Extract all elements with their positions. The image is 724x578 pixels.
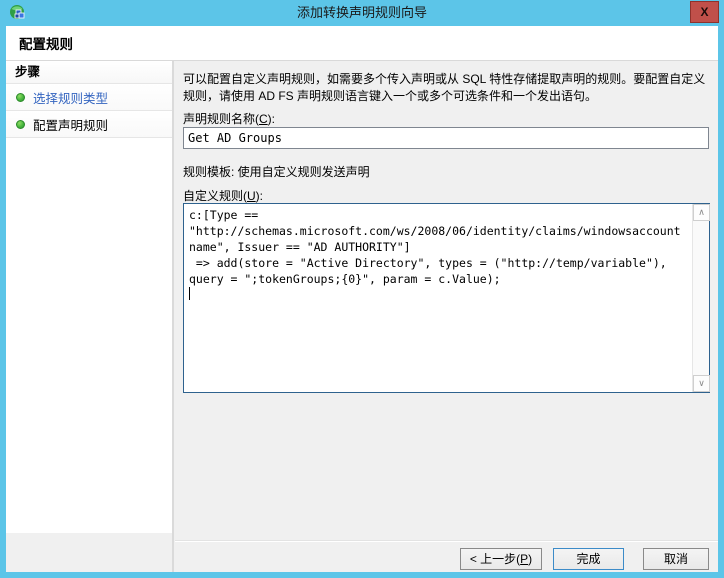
close-button[interactable]: X	[690, 1, 719, 23]
scroll-up-button[interactable]: ∧	[693, 204, 710, 221]
title-bar[interactable]: 添加转换声明规则向导 X	[0, 0, 724, 26]
page-title: 配置规则	[19, 33, 73, 53]
button-label: < 上一步(	[470, 552, 520, 566]
custom-rule-label: 自定义规则(U):	[183, 187, 263, 204]
button-label: 取消	[664, 552, 688, 566]
sidebar-item-select-rule-type[interactable]: 选择规则类型	[6, 84, 172, 111]
label-text: ):	[256, 189, 263, 203]
label-text: 声明规则名称(	[183, 112, 259, 126]
claim-rule-name-label: 声明规则名称(C):	[183, 110, 275, 127]
sidebar-item-label: 配置声明规则	[33, 115, 108, 134]
footer-separator	[175, 540, 718, 542]
finish-button[interactable]: 完成	[553, 548, 624, 570]
description-text: 可以配置自定义声明规则，如需要多个传入声明或从 SQL 特性存储提取声明的规则。…	[183, 71, 711, 105]
access-key: C	[259, 112, 268, 126]
label-text: 自定义规则(	[183, 189, 247, 203]
label-text: ):	[268, 112, 275, 126]
close-icon: X	[700, 5, 708, 19]
custom-rule-code[interactable]: c:[Type == "http://schemas.microsoft.com…	[189, 207, 690, 390]
access-key: U	[247, 189, 256, 203]
access-key: P	[520, 552, 528, 566]
wizard-window: 添加转换声明规则向导 X 配置规则 步骤 选择规则类型 配置声明规则 可以配置自…	[0, 0, 724, 578]
custom-rule-editor[interactable]: c:[Type == "http://schemas.microsoft.com…	[183, 203, 710, 393]
step-current-icon	[16, 120, 25, 129]
text-caret	[189, 287, 190, 300]
previous-button[interactable]: < 上一步(P)	[460, 548, 542, 570]
rule-template-text: 规则模板: 使用自定义规则发送声明	[183, 163, 370, 180]
sidebar-item-configure-claim-rule[interactable]: 配置声明规则	[6, 111, 172, 138]
window-title: 添加转换声明规则向导	[0, 0, 724, 26]
step-complete-icon	[16, 93, 25, 102]
sidebar-divider	[172, 61, 174, 572]
sidebar-item-label: 选择规则类型	[33, 88, 108, 107]
claim-rule-name-input[interactable]	[183, 127, 709, 149]
vertical-scrollbar[interactable]: ∧ ∨	[692, 204, 709, 392]
cancel-button[interactable]: 取消	[643, 548, 709, 570]
scroll-down-button[interactable]: ∨	[693, 375, 710, 392]
steps-header: 步骤	[6, 61, 172, 84]
button-label: 完成	[576, 552, 600, 566]
page-header: 配置规则	[6, 26, 718, 61]
steps-sidebar: 步骤 选择规则类型 配置声明规则	[6, 61, 172, 533]
button-label: )	[528, 552, 532, 566]
chevron-up-icon: ∧	[698, 208, 705, 217]
chevron-down-icon: ∨	[698, 379, 705, 388]
